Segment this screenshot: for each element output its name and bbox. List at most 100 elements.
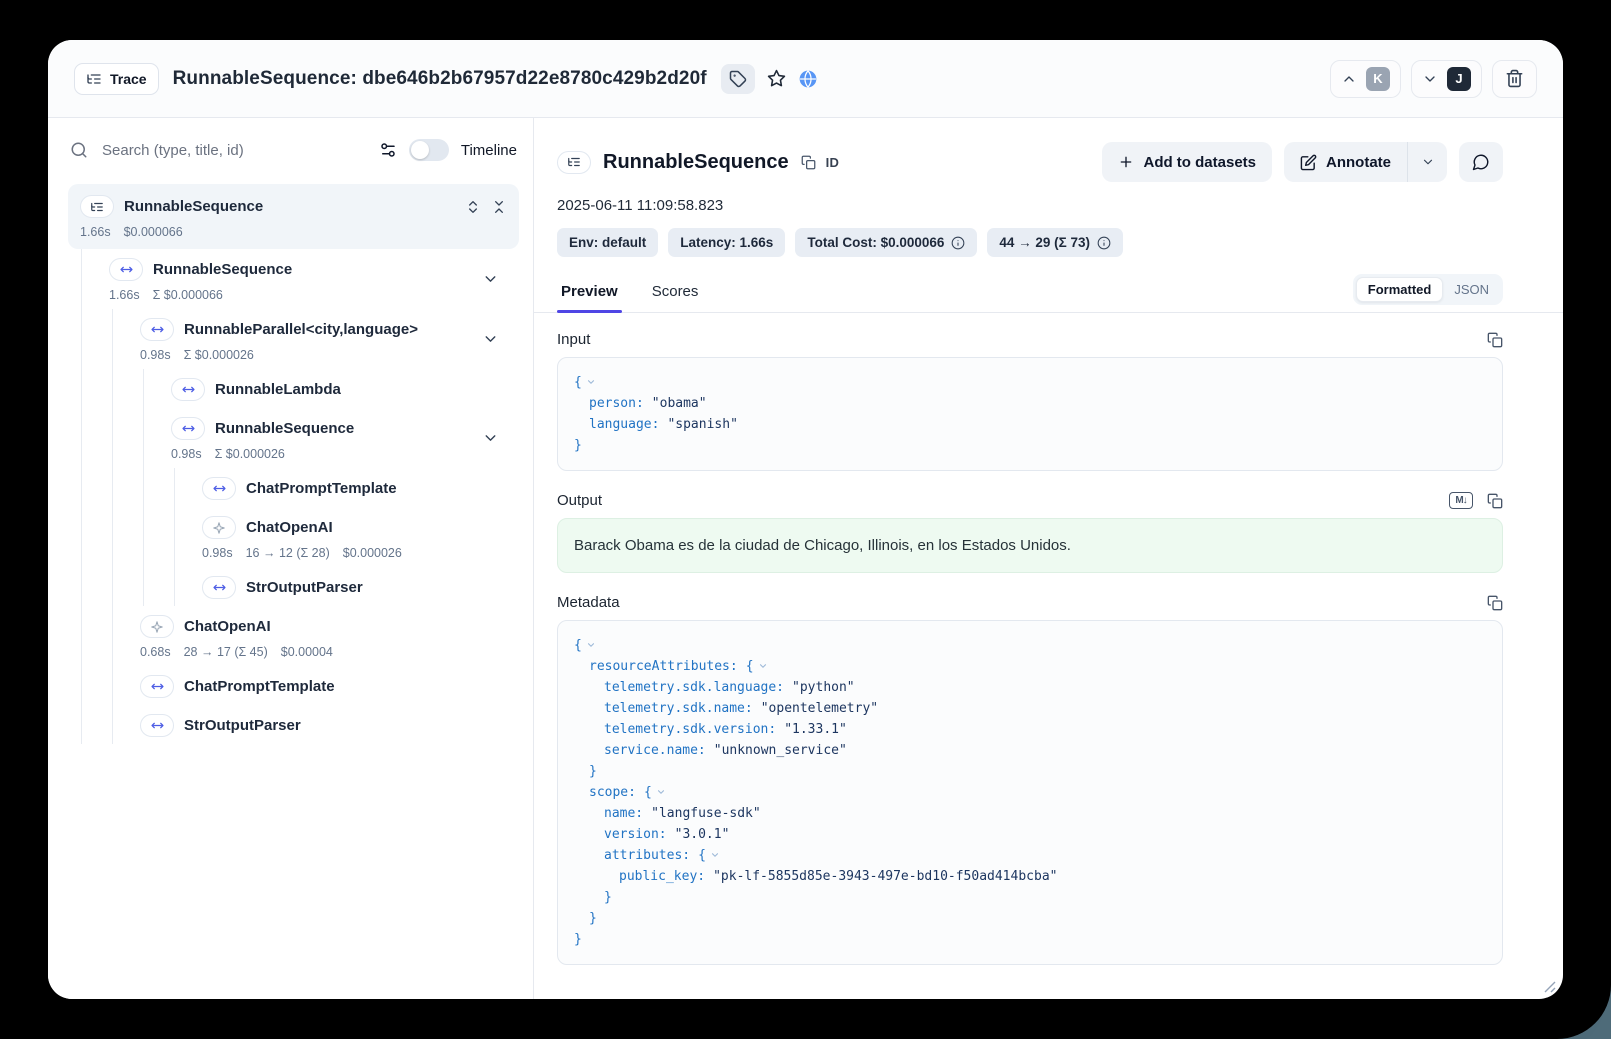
- tree-item-chat-prompt-template-outer[interactable]: ChatPromptTemplate: [130, 666, 519, 705]
- delete-trace-button[interactable]: [1492, 60, 1537, 98]
- markdown-toggle-icon[interactable]: M↓: [1449, 492, 1473, 509]
- tabs-row: Preview Scores Formatted JSON: [534, 274, 1563, 313]
- span-icon: [202, 477, 236, 500]
- next-trace-button[interactable]: J: [1411, 60, 1482, 98]
- info-icon: [951, 236, 965, 250]
- root-duration: 1.66s: [80, 225, 111, 239]
- collapse-chevron-icon[interactable]: [586, 377, 596, 387]
- avatar-j: J: [1447, 67, 1471, 91]
- collapse-chevron-icon[interactable]: [586, 640, 596, 650]
- tree-level-1: RunnableSequence 1.66sΣ $0.000066 Runnab…: [81, 249, 519, 744]
- tree-level-4: ChatPromptTemplate ChatOpenAI 0.9: [174, 468, 519, 606]
- annotate-dropdown-chevron[interactable]: [1407, 142, 1447, 182]
- copy-id-icon[interactable]: [801, 155, 816, 170]
- trace-type-badge: Trace: [74, 63, 159, 95]
- app-header: Trace RunnableSequence: dbe646b2b67957d2…: [48, 40, 1563, 118]
- collapse-all-icon[interactable]: [491, 199, 507, 215]
- span-icon: [140, 714, 174, 737]
- generation-sparkle-icon: [202, 516, 236, 539]
- filter-settings-icon[interactable]: [379, 141, 397, 159]
- tree-item-runnable-sequence[interactable]: RunnableSequence 1.66sΣ $0.000066: [99, 249, 519, 309]
- metadata-section-label: Metadata: [557, 594, 620, 611]
- latency-badge: Latency: 1.66s: [668, 228, 785, 257]
- metadata-json-viewer: { resourceAttributes:{ telemetry.sdk.lan…: [557, 620, 1503, 965]
- format-formatted[interactable]: Formatted: [1356, 277, 1444, 302]
- search-row: Timeline: [48, 118, 533, 182]
- tree-level-3: RunnableLambda RunnableSequence 0.98sΣ $…: [143, 369, 519, 606]
- trash-icon: [1505, 69, 1524, 88]
- pencil-square-icon: [1300, 154, 1317, 171]
- tree-item-runnable-parallel[interactable]: RunnableParallel<city,language> 0.98sΣ $…: [130, 309, 519, 369]
- tree-item-chat-prompt-template[interactable]: ChatPromptTemplate: [192, 468, 519, 507]
- root-cost: $0.000066: [124, 225, 183, 239]
- header-right-controls: K J: [1330, 60, 1537, 98]
- format-toggle: Formatted JSON: [1353, 274, 1503, 305]
- chevron-down-icon[interactable]: [482, 271, 499, 288]
- tree-item-chat-openai[interactable]: ChatOpenAI 0.98s16 → 12 (Σ 28)$0.000026: [192, 507, 519, 567]
- trace-timestamp: 2025-06-11 11:09:58.823: [557, 197, 1503, 214]
- tree-root-runnable-sequence[interactable]: RunnableSequence 1.66s $0.000066: [68, 184, 519, 249]
- trace-detail-panel: RunnableSequence ID Add to datasets: [534, 118, 1563, 999]
- tab-preview[interactable]: Preview: [557, 275, 622, 312]
- tree-item-runnable-sequence-inner[interactable]: RunnableSequence 0.98sΣ $0.000026: [161, 408, 519, 468]
- tree-item-chat-openai-outer[interactable]: ChatOpenAI 0.68s28 → 17 (Σ 45)$0.00004: [130, 606, 519, 666]
- avatar-k: K: [1366, 67, 1390, 91]
- star-icon: [767, 69, 786, 88]
- output-section-label: Output: [557, 492, 602, 509]
- app-main: Timeline RunnableSequence: [48, 118, 1563, 999]
- timeline-label: Timeline: [461, 142, 517, 159]
- collapse-chevron-icon[interactable]: [758, 661, 768, 671]
- list-tree-icon: [86, 71, 102, 87]
- public-share-button[interactable]: [798, 69, 818, 89]
- input-json-viewer: { person:"obama" language:"spanish" }: [557, 357, 1503, 471]
- observation-sidebar: Timeline RunnableSequence: [48, 118, 534, 999]
- prev-trace-button[interactable]: K: [1330, 60, 1401, 98]
- copy-output-icon[interactable]: [1487, 493, 1503, 509]
- token-usage-badge[interactable]: 44 → 29 (Σ 73): [987, 228, 1123, 257]
- annotate-button[interactable]: Annotate: [1284, 142, 1407, 182]
- trace-title: RunnableSequence: dbe646b2b67957d22e8780…: [173, 68, 707, 90]
- trace-tree: RunnableSequence 1.66s $0.000066: [68, 184, 519, 999]
- timeline-toggle[interactable]: [409, 139, 449, 161]
- add-to-datasets-button[interactable]: Add to datasets: [1102, 142, 1272, 182]
- tab-scores[interactable]: Scores: [648, 275, 703, 312]
- badge-row: Env: default Latency: 1.66s Total Cost: …: [557, 228, 1503, 257]
- chevron-up-icon: [1341, 71, 1357, 87]
- observation-title: RunnableSequence: [603, 151, 789, 174]
- search-input[interactable]: [100, 141, 367, 160]
- tree-level-2: RunnableParallel<city,language> 0.98sΣ $…: [112, 309, 519, 744]
- chevron-down-icon[interactable]: [482, 331, 499, 348]
- comment-bubble-icon: [1472, 153, 1490, 171]
- format-json[interactable]: JSON: [1443, 278, 1500, 301]
- collapse-chevron-icon[interactable]: [656, 787, 666, 797]
- span-icon: [109, 258, 143, 281]
- total-cost-badge[interactable]: Total Cost: $0.000066: [795, 228, 977, 257]
- comments-button[interactable]: [1459, 142, 1503, 182]
- main-actions: Add to datasets Annotate: [1102, 142, 1503, 182]
- copy-metadata-icon[interactable]: [1487, 595, 1503, 611]
- output-text-box: Barack Obama es de la ciudad de Chicago,…: [557, 518, 1503, 573]
- expand-all-icon[interactable]: [465, 199, 481, 215]
- tag-button[interactable]: [721, 64, 755, 94]
- output-text: Barack Obama es de la ciudad de Chicago,…: [574, 537, 1071, 554]
- chevron-down-icon[interactable]: [482, 430, 499, 447]
- trace-detail-window: Trace RunnableSequence: dbe646b2b67957d2…: [48, 40, 1563, 999]
- globe-icon: [798, 69, 818, 89]
- span-icon: [171, 417, 205, 440]
- bookmark-star-button[interactable]: [767, 69, 786, 88]
- trace-badge-label: Trace: [110, 71, 147, 87]
- plus-icon: [1118, 154, 1134, 170]
- search-icon: [70, 141, 88, 159]
- tree-root-label: RunnableSequence: [124, 198, 263, 215]
- span-icon: [140, 675, 174, 698]
- tree-item-str-output-parser-outer[interactable]: StrOutputParser: [130, 705, 519, 744]
- trace-node-icon: [557, 151, 591, 174]
- resize-handle[interactable]: [1544, 981, 1556, 993]
- collapse-chevron-icon[interactable]: [710, 850, 720, 860]
- tree-item-str-output-parser[interactable]: StrOutputParser: [192, 567, 519, 606]
- span-icon: [140, 318, 174, 341]
- copy-input-icon[interactable]: [1487, 332, 1503, 348]
- tree-item-runnable-lambda[interactable]: RunnableLambda: [161, 369, 519, 408]
- input-section-label: Input: [557, 331, 590, 348]
- generation-sparkle-icon: [140, 615, 174, 638]
